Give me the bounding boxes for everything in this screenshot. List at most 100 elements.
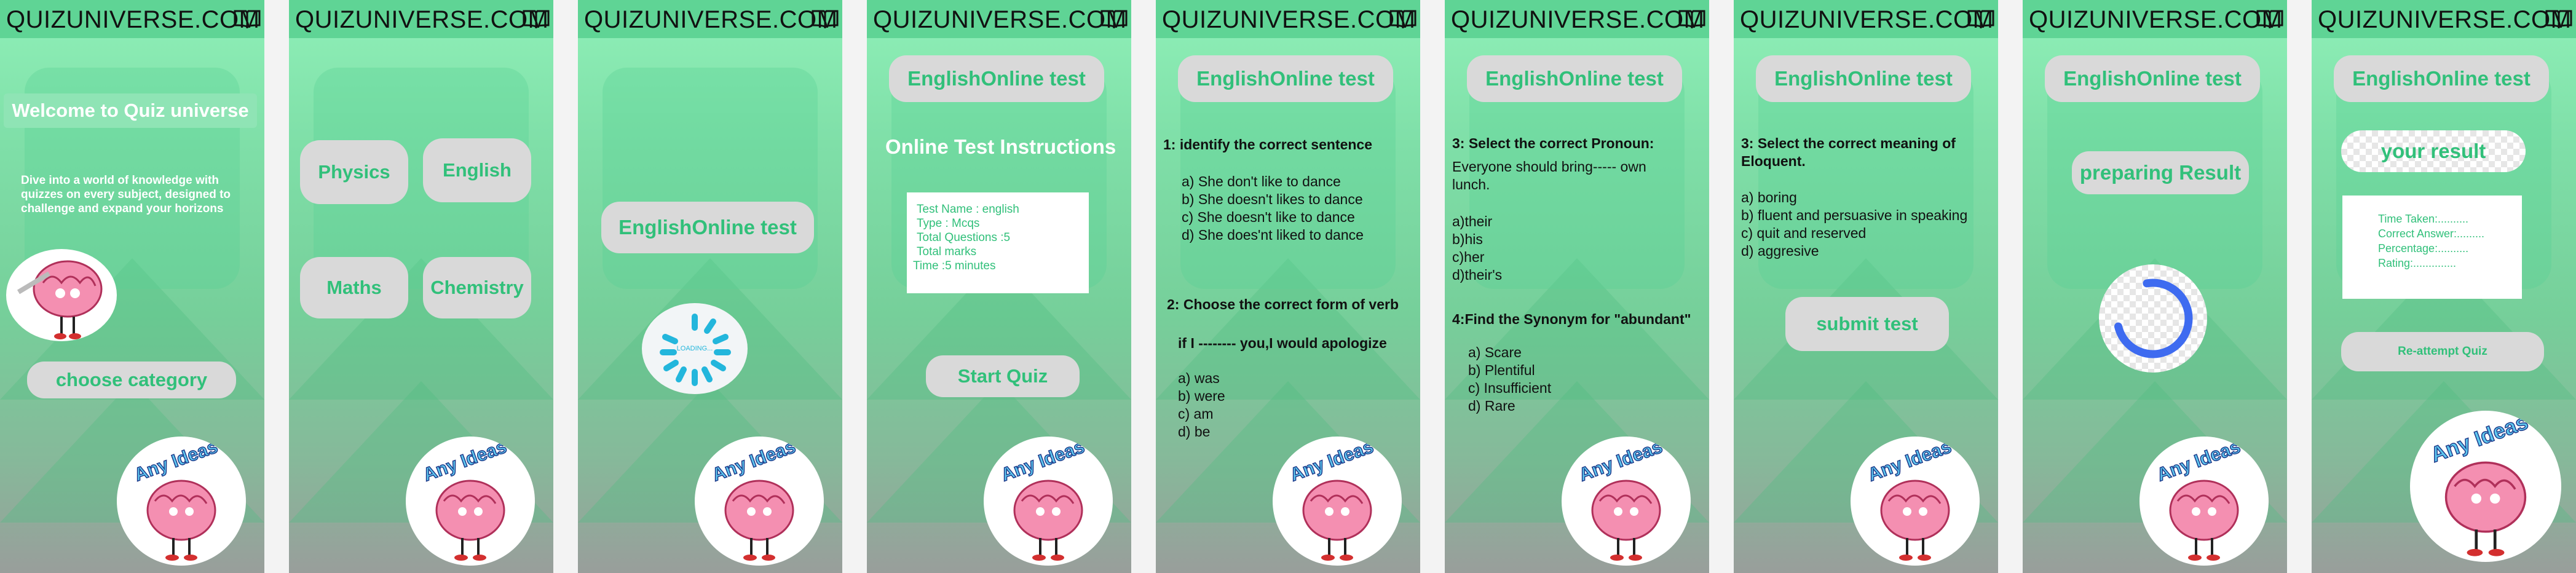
answer-option[interactable]: b) She doesn't likes to dance	[1182, 191, 1363, 208]
answer-option[interactable]: b) fluent and persuasive in speaking	[1741, 207, 1967, 224]
book-icon	[2545, 10, 2572, 28]
question-2-stem: if I -------- you,I would apologize	[1178, 335, 1387, 351]
question-3-stem: lunch.	[1452, 176, 1490, 192]
test-info-line: Time :5 minutes	[913, 259, 996, 272]
screen-loading: QUIZUNIVERSE.COM EnglishOnline test LOAD…	[578, 0, 842, 573]
result-time-taken: Time Taken:..........	[2378, 213, 2469, 225]
result-correct-answers: Correct Answer:.........	[2378, 227, 2485, 240]
question-3: 3: Select the correct Pronoun:	[1452, 135, 1654, 151]
test-info-line: Total Questions :5	[917, 231, 1011, 244]
app-header: QUIZUNIVERSE.COM	[2023, 0, 2287, 38]
app-title: QUIZUNIVERSE.COM	[1451, 6, 1705, 33]
any-ideas-sticker: Any Ideas?	[984, 437, 1113, 566]
test-title-button[interactable]: EnglishOnline test	[889, 55, 1104, 102]
book-icon	[812, 10, 839, 28]
answer-option[interactable]: d)their's	[1452, 267, 1502, 283]
answer-option[interactable]: d) She does'nt liked to dance	[1182, 227, 1364, 243]
result-loader-icon	[2099, 264, 2207, 373]
test-title-button[interactable]: EnglishOnline test	[1756, 55, 1971, 102]
welcome-description-line: Dive into a world of knowledge with	[21, 174, 219, 187]
app-header: QUIZUNIVERSE.COM	[289, 0, 553, 38]
welcome-description-line: quizzes on every subject, designed to	[21, 188, 231, 201]
your-result-label: your result	[2341, 130, 2526, 172]
loading-label: LOADING...	[676, 345, 713, 352]
app-title: QUIZUNIVERSE.COM	[1740, 6, 1994, 33]
app-title: QUIZUNIVERSE.COM	[584, 6, 838, 33]
test-title-button[interactable]: EnglishOnline test	[2045, 55, 2260, 102]
screen-questions-3-4: QUIZUNIVERSE.COM EnglishOnline test 3: S…	[1445, 0, 1709, 573]
answer-option[interactable]: d) Rare	[1468, 398, 1515, 414]
app-header: QUIZUNIVERSE.COM	[1156, 0, 1420, 38]
screen-instructions: QUIZUNIVERSE.COM EnglishOnline test Onli…	[867, 0, 1131, 573]
screen-preparing-result: QUIZUNIVERSE.COM EnglishOnline test prep…	[2023, 0, 2287, 573]
question-1: 1: identify the correct sentence	[1163, 136, 1372, 152]
loading-spinner: LOADING...	[642, 303, 748, 394]
book-icon	[234, 10, 261, 28]
result-card: Time Taken:.......... Correct Answer:...…	[2342, 196, 2522, 299]
app-title: QUIZUNIVERSE.COM	[873, 6, 1127, 33]
answer-option[interactable]: b)his	[1452, 231, 1483, 248]
answer-option[interactable]: c) am	[1178, 406, 1214, 422]
app-header: QUIZUNIVERSE.COM	[1445, 0, 1709, 38]
test-title-button[interactable]: EnglishOnline test	[1178, 55, 1393, 102]
app-title: QUIZUNIVERSE.COM	[2029, 6, 2283, 33]
book-icon	[1967, 10, 1994, 28]
reattempt-quiz-button[interactable]: Re-attempt Quiz	[2341, 332, 2544, 371]
question-2: 2: Choose the correct form of verb	[1167, 296, 1399, 312]
test-info-line: Type : Mcqs	[917, 217, 980, 230]
screen-questions-1-2: QUIZUNIVERSE.COM EnglishOnline test 1: i…	[1156, 0, 1420, 573]
instructions-heading: Online Test Instructions	[885, 135, 1116, 158]
any-ideas-sticker: Any Ideas?	[406, 437, 535, 566]
answer-option[interactable]: d) aggresive	[1741, 243, 1819, 259]
start-quiz-button[interactable]: Start Quiz	[926, 355, 1080, 397]
answer-option[interactable]: a)their	[1452, 213, 1492, 230]
test-info-line: Test Name : english	[917, 203, 1019, 216]
test-title-button[interactable]: EnglishOnline test	[2334, 55, 2549, 102]
any-ideas-sticker: Any Ideas?	[2139, 437, 2269, 566]
book-icon	[1100, 10, 1128, 28]
result-percentage: Percentage:..........	[2378, 242, 2469, 255]
answer-option[interactable]: a) She don't like to dance	[1182, 173, 1341, 190]
category-chemistry-button[interactable]: Chemistry	[423, 257, 531, 318]
welcome-banner: Welcome to Quiz universe	[4, 93, 257, 128]
answer-option[interactable]: b) Plentiful	[1468, 362, 1535, 379]
answer-option[interactable]: d) be	[1178, 424, 1210, 440]
test-info-card: Test Name : english Type : Mcqs Total Qu…	[907, 192, 1089, 293]
any-ideas-sticker: Any Ideas?	[117, 437, 246, 566]
answer-option[interactable]: b) were	[1178, 388, 1225, 405]
book-icon	[1678, 10, 1705, 28]
app-header: QUIZUNIVERSE.COM	[578, 0, 842, 38]
screen-welcome: QUIZUNIVERSE.COM Welcome to Quiz univers…	[0, 0, 264, 573]
book-icon	[2256, 10, 2283, 28]
question-5: Eloquent.	[1741, 153, 1806, 169]
choose-category-button[interactable]: choose category	[27, 362, 236, 398]
answer-option[interactable]: a) boring	[1741, 189, 1797, 206]
question-4: 4:Find the Synonym for "abundant"	[1452, 311, 1691, 327]
category-maths-button[interactable]: Maths	[300, 257, 408, 318]
answer-option[interactable]: a) was	[1178, 370, 1220, 387]
answer-option[interactable]: c) Insufficient	[1468, 380, 1551, 397]
screen-categories: QUIZUNIVERSE.COM Physics English Maths C…	[289, 0, 553, 573]
submit-test-button[interactable]: submit test	[1785, 297, 1949, 351]
answer-option[interactable]: a) Scare	[1468, 344, 1522, 361]
app-header: QUIZUNIVERSE.COM	[0, 0, 264, 38]
welcome-description-line: challenge and expand your horizons	[21, 202, 224, 215]
answer-option[interactable]: c) She doesn't like to dance	[1182, 209, 1355, 226]
answer-option[interactable]: c)her	[1452, 249, 1484, 266]
screen-result: QUIZUNIVERSE.COM EnglishOnline test your…	[2312, 0, 2576, 573]
any-ideas-sticker: Any Ideas?	[1851, 437, 1980, 566]
app-title: QUIZUNIVERSE.COM	[6, 6, 260, 33]
app-header: QUIZUNIVERSE.COM	[1734, 0, 1998, 38]
answer-option[interactable]: c) quit and reserved	[1741, 225, 1866, 242]
category-english-button[interactable]: English	[423, 138, 531, 202]
test-info-line: Total marks	[917, 245, 977, 258]
any-ideas-sticker: Any Ideas?	[2410, 411, 2561, 562]
category-physics-button[interactable]: Physics	[300, 140, 408, 204]
test-title-button[interactable]: EnglishOnline test	[1467, 55, 1682, 102]
any-ideas-sticker: Any Ideas?	[1273, 437, 1402, 566]
any-ideas-sticker: Any Ideas?	[695, 437, 824, 566]
app-header: QUIZUNIVERSE.COM	[867, 0, 1131, 38]
english-online-test-button[interactable]: EnglishOnline test	[601, 202, 814, 253]
question-3-stem: Everyone should bring----- own	[1452, 159, 1646, 175]
app-title: QUIZUNIVERSE.COM	[2318, 6, 2572, 33]
